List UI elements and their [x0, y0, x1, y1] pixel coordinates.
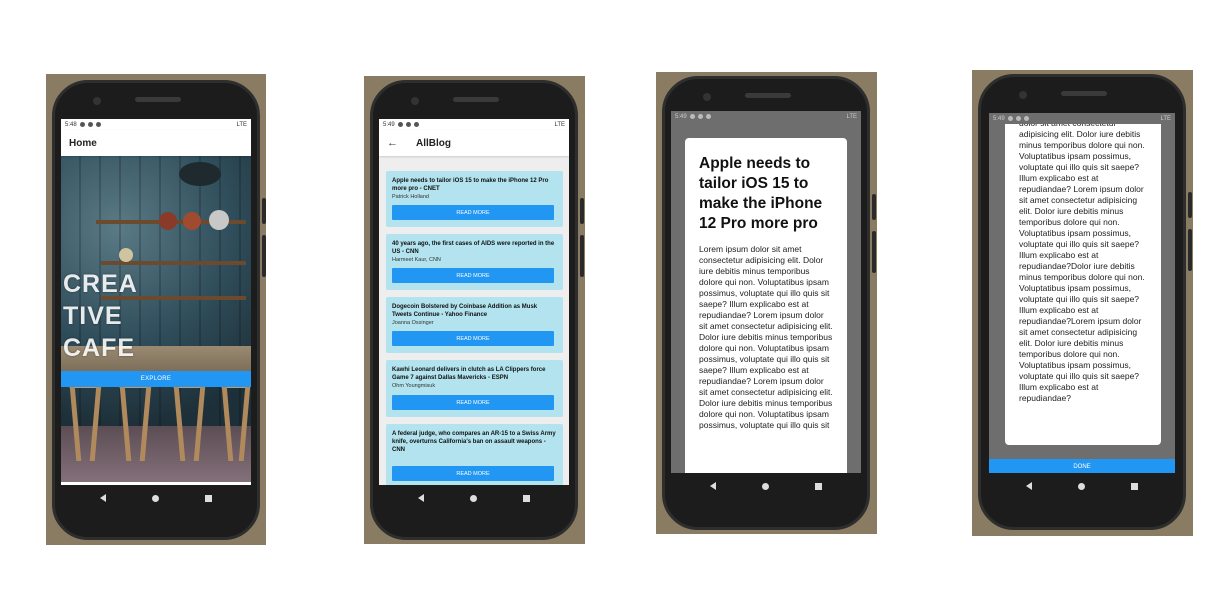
blog-card: 40 years ago, the first cases of AIDS we… — [386, 234, 563, 290]
blog-card: Dogecoin Bolstered by Coinbase Addition … — [386, 297, 563, 353]
article-body: Lorem ipsum dolor sit amet consectetur a… — [699, 244, 833, 430]
recents-nav-icon[interactable] — [1131, 482, 1138, 490]
earpiece-speaker — [453, 97, 499, 102]
blog-card: Apple needs to tailor iOS 15 to make the… — [386, 171, 563, 227]
blog-card-author: Ohm Youngmisuk — [392, 383, 436, 389]
read-more-button[interactable]: READ MORE — [392, 466, 554, 481]
blog-card: A federal judge, who compares an AR-15 t… — [386, 424, 563, 485]
screen-detail: 5:49 LTE Apple needs to tailor iOS 15 to… — [671, 111, 861, 473]
volume-button — [580, 235, 584, 277]
earpiece-speaker — [135, 97, 181, 102]
status-time: 5:48 — [65, 121, 77, 128]
status-bar: 5:49 LTE — [379, 119, 569, 130]
volume-button — [1188, 229, 1192, 271]
page-title: Home — [69, 137, 97, 149]
blog-card-author: Patrick Holland — [392, 194, 429, 200]
volume-button — [872, 231, 876, 273]
blog-list: Apple needs to tailor iOS 15 to make the… — [379, 156, 569, 485]
status-network: LTE — [846, 113, 857, 120]
screen-allblog: 5:49 LTE ← AllBlog Apple needs to tailor… — [379, 119, 569, 485]
back-arrow-icon[interactable]: ← — [387, 137, 398, 149]
status-network: LTE — [1160, 115, 1171, 122]
recents-nav-icon[interactable] — [523, 494, 530, 502]
blog-card-title: A federal judge, who compares an AR-15 t… — [392, 431, 556, 453]
blog-card: Kawhi Leonard delivers in clutch as LA C… — [386, 360, 563, 417]
status-bar: 5:49 LTE — [671, 111, 861, 122]
status-bar: 5:48 LTE — [61, 119, 251, 130]
status-time: 5:49 — [993, 115, 1005, 122]
power-button — [872, 194, 876, 220]
back-nav-icon[interactable] — [100, 494, 106, 502]
notification-icon — [1015, 116, 1021, 121]
system-nav-bar — [61, 487, 251, 509]
article-dialog: dolor sit amet consectetur adipisicing e… — [1005, 124, 1161, 445]
blog-card-title: Dogecoin Bolstered by Coinbase Addition … — [392, 304, 538, 318]
article-body: dolor sit amet consectetur adipisicing e… — [1019, 124, 1145, 403]
system-nav-bar — [989, 475, 1175, 497]
notification-icon — [405, 122, 411, 127]
screen-detail-scrolled: 5:49 LTE dolor sit amet consectetur adip… — [989, 113, 1175, 473]
blog-card-author: Joanna Ossinger — [392, 320, 434, 326]
settings-icon — [397, 122, 403, 127]
app-bar: Home — [61, 130, 251, 156]
back-nav-icon[interactable] — [418, 494, 424, 502]
home-nav-icon[interactable] — [1078, 482, 1085, 490]
power-button — [262, 198, 266, 224]
front-camera — [411, 97, 419, 105]
earpiece-speaker — [1061, 91, 1107, 96]
phone-allblog: 5:49 LTE ← AllBlog Apple needs to tailor… — [370, 80, 584, 540]
read-more-button[interactable]: READ MORE — [392, 331, 554, 346]
status-network: LTE — [554, 121, 565, 128]
cafe-hero-image: CREA TIVE CAFE EXPLORE — [61, 156, 251, 482]
article-dialog: Apple needs to tailor iOS 15 to make the… — [685, 138, 847, 473]
power-button — [1188, 192, 1192, 218]
blog-card-title: 40 years ago, the first cases of AIDS we… — [392, 241, 555, 255]
explore-button[interactable]: EXPLORE — [61, 371, 251, 387]
shield-icon — [1023, 116, 1029, 121]
hero-logo-text: CREA TIVE CAFE — [63, 270, 137, 362]
read-more-button[interactable]: READ MORE — [392, 395, 554, 410]
recents-nav-icon[interactable] — [815, 482, 822, 490]
phone-detail: 5:49 LTE Apple needs to tailor iOS 15 to… — [662, 76, 876, 530]
home-nav-icon[interactable] — [152, 494, 159, 502]
shield-icon — [705, 114, 711, 119]
status-time: 5:49 — [383, 121, 395, 128]
power-button — [580, 198, 584, 224]
recents-nav-icon[interactable] — [205, 494, 212, 502]
read-more-button[interactable]: READ MORE — [392, 268, 554, 283]
blog-card-title: Kawhi Leonard delivers in clutch as LA C… — [392, 367, 546, 381]
status-time: 5:49 — [675, 113, 687, 120]
system-nav-bar — [379, 487, 569, 509]
settings-icon — [79, 122, 85, 127]
done-button[interactable]: DONE — [989, 459, 1175, 473]
notification-icon — [87, 122, 93, 127]
app-bar: ← AllBlog — [379, 130, 569, 156]
screen-home: 5:48 LTE Home CREA TIVE CAFE EXPLORE — [61, 119, 251, 485]
front-camera — [703, 93, 711, 101]
phone-home: 5:48 LTE Home CREA TIVE CAFE EXPLORE — [52, 80, 266, 540]
blog-card-title: Apple needs to tailor iOS 15 to make the… — [392, 178, 549, 192]
shield-icon — [95, 122, 101, 127]
front-camera — [1019, 91, 1027, 99]
shield-icon — [413, 122, 419, 127]
article-title: Apple needs to tailor iOS 15 to make the… — [699, 155, 823, 232]
notification-icon — [697, 114, 703, 119]
home-nav-icon[interactable] — [762, 482, 769, 490]
phone-detail-scrolled: 5:49 LTE dolor sit amet consectetur adip… — [978, 74, 1192, 530]
home-nav-icon[interactable] — [470, 494, 477, 502]
status-network: LTE — [236, 121, 247, 128]
blog-card-author: Harmeet Kaur, CNN — [392, 257, 441, 263]
page-title: AllBlog — [416, 137, 451, 149]
read-more-button[interactable]: READ MORE — [392, 205, 554, 220]
status-bar: 5:49 LTE — [989, 113, 1175, 124]
front-camera — [93, 97, 101, 105]
system-nav-bar — [671, 475, 861, 497]
volume-button — [262, 235, 266, 277]
back-nav-icon[interactable] — [710, 482, 716, 490]
settings-icon — [689, 114, 695, 119]
earpiece-speaker — [745, 93, 791, 98]
settings-icon — [1007, 116, 1013, 121]
back-nav-icon[interactable] — [1026, 482, 1032, 490]
